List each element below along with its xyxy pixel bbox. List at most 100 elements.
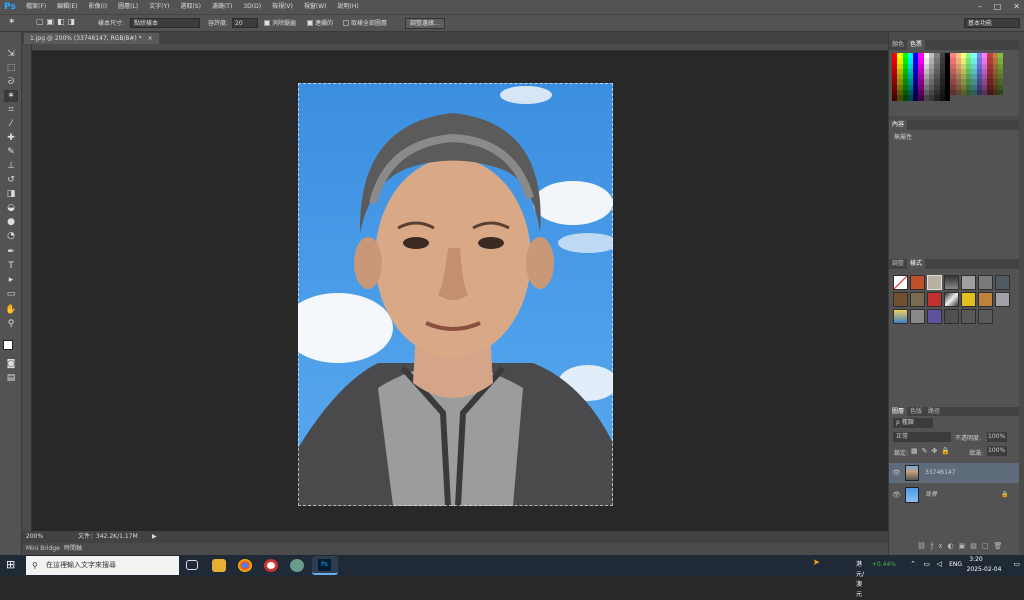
- layer-actions-icons[interactable]: ⛓ƒx◐▣▤▢🗑: [917, 542, 1007, 550]
- magic-wand-icon[interactable]: ✶: [8, 17, 16, 27]
- status-arrow-icon[interactable]: ▶: [152, 531, 157, 543]
- show-hidden-icons-icon[interactable]: ⌃: [910, 559, 916, 569]
- style-swatch[interactable]: [927, 309, 942, 324]
- menu-file[interactable]: 檔案(F): [26, 0, 46, 14]
- lock-icons[interactable]: ▦✎✥🔒: [911, 447, 954, 455]
- style-swatch[interactable]: [927, 292, 942, 307]
- minimize-button[interactable]: –: [978, 0, 982, 14]
- style-swatch[interactable]: [978, 292, 993, 307]
- menu-view[interactable]: 檢視(V): [272, 0, 293, 14]
- eyedropper-tool-icon[interactable]: ⁄: [4, 118, 18, 130]
- menu-help[interactable]: 說明(H): [338, 0, 359, 14]
- shape-tool-icon[interactable]: ▭: [4, 288, 18, 300]
- blur-tool-icon[interactable]: ●: [4, 216, 18, 228]
- style-swatch[interactable]: [961, 292, 976, 307]
- magic-wand-tool-icon[interactable]: ✶: [4, 90, 18, 102]
- chrome-icon[interactable]: [238, 559, 252, 572]
- fill-input[interactable]: 100%: [987, 446, 1007, 456]
- quick-mask-icon[interactable]: ◙: [4, 358, 18, 370]
- swatch-cell[interactable]: [998, 95, 1003, 100]
- style-swatch[interactable]: [978, 309, 993, 324]
- zoom-level[interactable]: 200%: [26, 531, 43, 543]
- tab-mini-bridge[interactable]: Mini Bridge: [26, 543, 60, 555]
- sample-size-select[interactable]: 點狀樣本: [130, 18, 200, 28]
- windows-start-icon[interactable]: ⊞: [6, 559, 15, 571]
- hand-tool-icon[interactable]: ✋: [4, 304, 18, 316]
- healing-brush-icon[interactable]: ✚: [4, 132, 18, 144]
- zoom-tool-icon[interactable]: ⚲: [4, 318, 18, 330]
- marquee-tool-icon[interactable]: ⬚: [4, 62, 18, 74]
- style-swatch[interactable]: [944, 309, 959, 324]
- document-image[interactable]: [298, 83, 613, 506]
- eye-icon[interactable]: 👁: [892, 485, 901, 505]
- menu-window[interactable]: 視窗(W): [304, 0, 327, 14]
- style-swatch[interactable]: [910, 309, 925, 324]
- style-swatch[interactable]: [995, 292, 1010, 307]
- tab-swatches[interactable]: 色票: [907, 40, 926, 50]
- style-swatch[interactable]: [995, 275, 1010, 290]
- style-swatch[interactable]: [978, 275, 993, 290]
- style-swatch[interactable]: [961, 309, 976, 324]
- tolerance-input[interactable]: 20: [232, 18, 258, 28]
- language-indicator[interactable]: ENG: [949, 560, 962, 570]
- move-tool-icon[interactable]: ⇲: [4, 48, 18, 60]
- layer-row[interactable]: 👁 背景 🔒: [889, 485, 1019, 505]
- network-icon[interactable]: ▭: [923, 559, 930, 569]
- style-swatch[interactable]: [944, 275, 959, 290]
- lasso-tool-icon[interactable]: ᘐ: [4, 76, 18, 88]
- selection-mode-icons[interactable]: ▢▣◧◨: [36, 17, 78, 27]
- eraser-tool-icon[interactable]: ◨: [4, 188, 18, 200]
- layer-row-selected[interactable]: 👁 33746147: [889, 463, 1019, 483]
- app-icon[interactable]: [290, 559, 304, 572]
- history-brush-icon[interactable]: ↺: [4, 174, 18, 186]
- close-button[interactable]: ✕: [1013, 0, 1020, 14]
- style-swatch[interactable]: [910, 275, 925, 290]
- eye-icon[interactable]: 👁: [892, 463, 901, 483]
- blend-mode-select[interactable]: 正常: [893, 432, 951, 442]
- media-player-icon[interactable]: [264, 559, 278, 572]
- photoshop-taskbar-button[interactable]: Ps: [312, 556, 338, 575]
- workspace-select[interactable]: 基本功能: [964, 18, 1020, 28]
- menu-filter[interactable]: 濾鏡(T): [212, 0, 232, 14]
- pen-tool-icon[interactable]: ✒: [4, 246, 18, 258]
- antialias-checkbox[interactable]: 消除鋸齒: [264, 19, 296, 29]
- refine-edge-button[interactable]: 調整邊緣...: [405, 18, 445, 29]
- menu-image[interactable]: 影像(I): [89, 0, 107, 14]
- clock-time[interactable]: 3:20: [966, 555, 986, 565]
- stock-widget-icon[interactable]: ➤: [812, 558, 820, 568]
- swatch-grid[interactable]: [892, 53, 1004, 101]
- stock-name[interactable]: 港元/澳元: [856, 560, 864, 600]
- document-info[interactable]: 文件：342.2K/1.17M: [78, 531, 138, 543]
- layer-name[interactable]: 33746147: [925, 463, 956, 483]
- screen-mode-icon[interactable]: ▤: [4, 372, 18, 384]
- style-swatch[interactable]: [893, 309, 908, 324]
- tab-color[interactable]: 顏色: [889, 40, 907, 50]
- foreground-color-swatch[interactable]: [3, 340, 13, 350]
- notification-icon[interactable]: ▭: [1013, 559, 1020, 569]
- style-swatch[interactable]: [893, 292, 908, 307]
- style-swatch[interactable]: [944, 292, 959, 307]
- layer-name[interactable]: 背景: [925, 485, 937, 505]
- tab-adjustments[interactable]: 調整: [889, 259, 907, 269]
- task-view-icon[interactable]: [186, 560, 198, 570]
- paint-bucket-icon[interactable]: ◒: [4, 202, 18, 214]
- crop-tool-icon[interactable]: ⌗: [4, 104, 18, 116]
- tab-timeline[interactable]: 時間軸: [64, 543, 82, 555]
- contiguous-checkbox[interactable]: 連續的: [307, 19, 333, 29]
- style-none[interactable]: [893, 275, 908, 290]
- menu-type[interactable]: 文字(Y): [149, 0, 169, 14]
- path-selection-icon[interactable]: ▸: [4, 274, 18, 286]
- menu-edit[interactable]: 編輯(E): [57, 0, 77, 14]
- opacity-input[interactable]: 100%: [987, 432, 1007, 442]
- layer-filter-select[interactable]: ρ 種類: [893, 418, 933, 428]
- menu-select[interactable]: 選取(S): [180, 0, 201, 14]
- clone-stamp-icon[interactable]: ⊥: [4, 160, 18, 172]
- close-tab-icon[interactable]: ×: [148, 35, 153, 42]
- style-swatch[interactable]: [910, 292, 925, 307]
- sample-all-checkbox[interactable]: 取樣全部圖層: [343, 19, 387, 29]
- taskbar-search-box[interactable]: ⚲ 在這裡輸入文字來搜尋: [26, 556, 179, 575]
- brush-tool-icon[interactable]: ✎: [4, 146, 18, 158]
- tab-properties[interactable]: 內容: [889, 120, 908, 130]
- type-tool-icon[interactable]: T: [4, 260, 18, 272]
- maximize-button[interactable]: □: [994, 0, 1002, 14]
